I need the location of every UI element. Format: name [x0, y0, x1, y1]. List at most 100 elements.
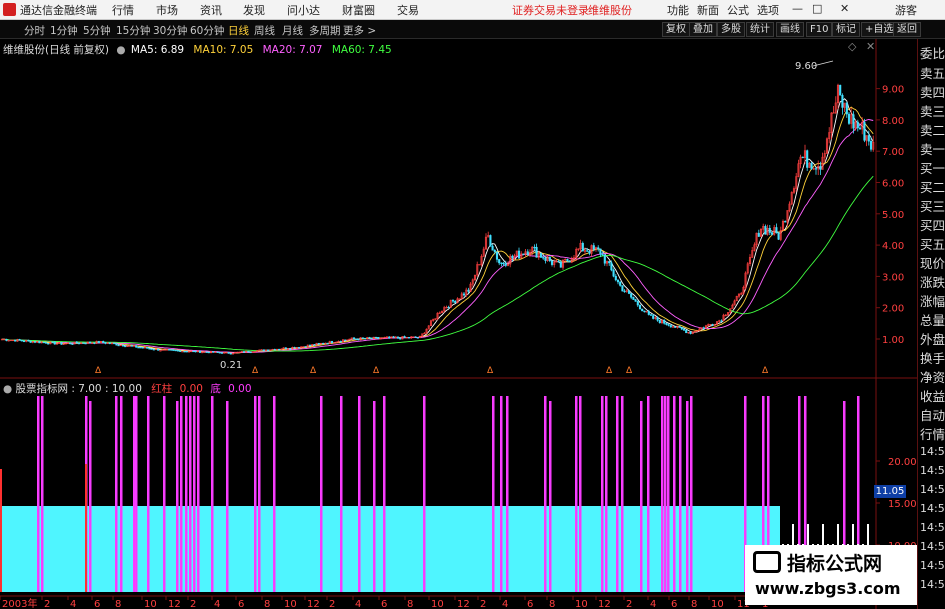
side-item-price[interactable]: 现价	[920, 253, 945, 272]
candle-body	[643, 310, 646, 313]
side-item-weibi[interactable]: 委比	[920, 43, 945, 62]
event-marker[interactable]: Δ	[373, 366, 380, 376]
collapse-icon[interactable]: ◇	[848, 40, 857, 53]
tab-period-more[interactable]: 更多 >	[343, 23, 376, 38]
side-item-earnings[interactable]: 收益	[920, 386, 945, 405]
event-marker[interactable]: Δ	[95, 366, 102, 376]
tab-period-timeshare[interactable]: 分时	[24, 23, 45, 38]
tab-period-15min[interactable]: 15分钟	[116, 23, 150, 38]
tab-period-5min[interactable]: 5分钟	[83, 23, 111, 38]
side-item-sell2[interactable]: 卖二	[920, 120, 945, 139]
candle-body	[124, 345, 127, 348]
menu-item-ask[interactable]: 问小达	[287, 2, 320, 18]
candle-body	[839, 84, 842, 96]
ma60-label: MA60: 7.45	[331, 44, 392, 56]
login-notice[interactable]: 证券交易未登录	[512, 2, 589, 18]
indicator-tick-label: 15.00	[888, 499, 917, 510]
close-icon[interactable]: ✕	[840, 2, 849, 15]
app-title: 通达信金融终端	[20, 4, 97, 17]
side-item-outer[interactable]: 外盘	[920, 329, 945, 348]
mark-button[interactable]: 标记	[832, 22, 860, 37]
panel-close-icon[interactable]: ✕	[866, 40, 875, 53]
side-item-sell5[interactable]: 卖五	[920, 63, 945, 82]
candle-body	[542, 257, 545, 259]
overlay-button[interactable]: 叠加	[689, 22, 717, 37]
candle-body	[621, 285, 624, 292]
menu-item-formula[interactable]: 公式	[727, 2, 749, 18]
f10-button[interactable]: F10	[806, 22, 833, 37]
menu-item-discover[interactable]: 发现	[243, 2, 265, 18]
side-item-change-pct[interactable]: 涨幅	[920, 291, 945, 310]
time-tick-label: 10	[711, 599, 724, 609]
side-item-buy5[interactable]: 买五	[920, 234, 945, 253]
restore-icon[interactable]: □	[812, 2, 822, 15]
tab-period-monthly[interactable]: 月线	[282, 23, 303, 38]
side-item-auto[interactable]: 自动	[920, 405, 945, 424]
menu-item-trade[interactable]: 交易	[397, 2, 419, 18]
side-item-buy3[interactable]: 买三	[920, 196, 945, 215]
menu-item-market[interactable]: 市场	[156, 2, 178, 18]
time-tick-label: 2	[44, 599, 50, 609]
menu-item-newpage[interactable]: 新面	[697, 2, 719, 18]
side-item-buy4[interactable]: 买四	[920, 215, 945, 234]
tab-period-weekly[interactable]: 周线	[254, 23, 275, 38]
candle-body	[775, 227, 778, 234]
event-marker[interactable]: Δ	[252, 366, 259, 376]
indicator-title: 股票指标网	[15, 383, 69, 395]
kline-background	[0, 39, 876, 378]
time-tick-label: 12	[457, 599, 470, 609]
time-tick-label: 6	[94, 599, 100, 609]
candle-body	[522, 253, 525, 255]
side-item-turnover[interactable]: 换手	[920, 348, 945, 367]
candle-body	[462, 293, 466, 296]
stock-link[interactable]: 维维股份	[588, 2, 632, 18]
minimize-icon[interactable]: —	[792, 2, 803, 15]
tab-period-30min[interactable]: 30分钟	[153, 23, 187, 38]
indicator-settings-icon[interactable]: ●	[3, 383, 12, 395]
side-item-sell1[interactable]: 卖一	[920, 139, 945, 158]
candle-body	[416, 337, 419, 339]
candle-body	[207, 351, 210, 354]
event-marker[interactable]: Δ	[626, 366, 633, 376]
side-item-quotes[interactable]: 行情	[920, 424, 945, 443]
event-marker[interactable]: Δ	[487, 366, 494, 376]
side-item-sell3[interactable]: 卖三	[920, 101, 945, 120]
user-label[interactable]: 游客	[895, 2, 917, 18]
time-tick-label: 2	[329, 599, 335, 609]
tab-period-daily[interactable]: 日线	[228, 23, 249, 38]
menu-item-news[interactable]: 资讯	[200, 2, 222, 18]
settings-icon[interactable]: ●	[116, 44, 125, 56]
price-tick-label: 5.00	[882, 210, 904, 221]
menu-item-quotes[interactable]: 行情	[112, 2, 134, 18]
event-marker[interactable]: Δ	[606, 366, 613, 376]
candle-body	[176, 350, 180, 352]
candle-body	[115, 343, 118, 346]
side-item-buy1[interactable]: 买一	[920, 158, 945, 177]
side-item-change[interactable]: 涨跌	[920, 272, 945, 291]
tab-period-60min[interactable]: 60分钟	[190, 23, 224, 38]
event-marker[interactable]: Δ	[310, 366, 317, 376]
side-tick-time: 14:5	[920, 521, 945, 534]
multi-stock-button[interactable]: 多股	[717, 22, 745, 37]
draw-line-button[interactable]: 画线	[776, 22, 804, 37]
statistics-button[interactable]: 统计	[746, 22, 774, 37]
menu-item-wealth[interactable]: 财富圈	[342, 2, 375, 18]
side-item-sell4[interactable]: 卖四	[920, 82, 945, 101]
menu-item-options[interactable]: 选项	[757, 2, 779, 18]
tab-period-multi[interactable]: 多周期	[309, 23, 341, 38]
time-tick-label: 4	[650, 599, 656, 609]
add-favorite-button[interactable]: +自选	[861, 22, 898, 37]
side-item-buy2[interactable]: 买二	[920, 177, 945, 196]
candle-body	[592, 245, 595, 250]
restore-rights-button[interactable]: 复权	[662, 22, 690, 37]
side-item-volume[interactable]: 总量	[920, 310, 945, 329]
menu-item-function[interactable]: 功能	[667, 2, 689, 18]
tab-period-1min[interactable]: 1分钟	[50, 23, 78, 38]
time-tick-label: 6	[238, 599, 244, 609]
candle-body	[139, 347, 142, 349]
event-marker[interactable]: Δ	[762, 366, 769, 376]
back-button[interactable]: 返回	[893, 22, 921, 37]
side-item-net-assets[interactable]: 净资	[920, 367, 945, 386]
candle-body	[304, 346, 307, 348]
chart-area[interactable]: 9.00 8.00 7.00 6.00 5.00 4.00 3.00 2.00 1.00 Δ Δ Δ…	[0, 39, 917, 609]
